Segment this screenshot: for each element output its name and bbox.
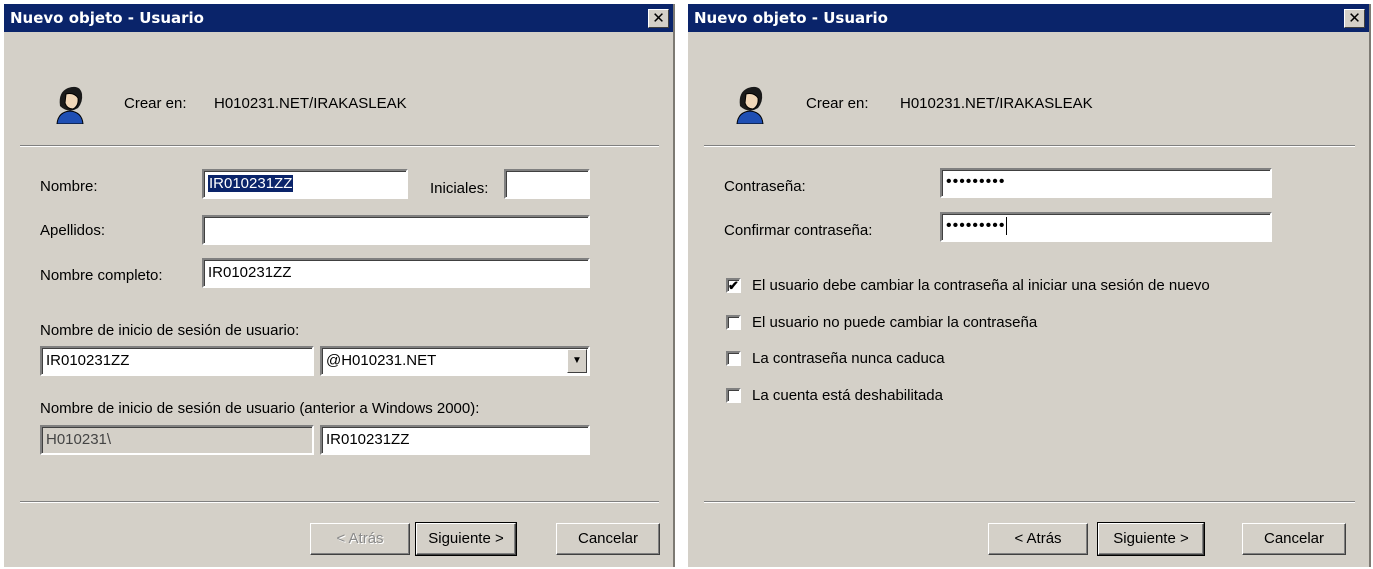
- separator: [20, 145, 659, 147]
- dropdown-button[interactable]: ▼: [567, 349, 587, 373]
- domain-suffix-value: @H010231.NET: [326, 352, 437, 369]
- must-change-password-label[interactable]: El usuario debe cambiar la contraseña al…: [752, 277, 1210, 294]
- iniciales-label: Iniciales:: [430, 180, 489, 197]
- check-icon: ✔: [728, 278, 739, 293]
- iniciales-input[interactable]: [504, 169, 590, 199]
- create-in-label: Crear en:: [124, 95, 187, 112]
- nombre-value: IR010231ZZ: [208, 175, 294, 192]
- account-disabled-checkbox[interactable]: [726, 388, 741, 403]
- create-in-path: H010231.NET/IRAKASLEAK: [214, 95, 407, 112]
- logon-name-label: Nombre de inicio de sesión de usuario:: [40, 322, 300, 339]
- user-icon: [56, 86, 84, 124]
- confirm-password-label: Confirmar contraseña:: [724, 222, 873, 239]
- dialog-titlebar[interactable]: Nuevo objeto - Usuario ✕: [688, 4, 1369, 32]
- text-caret: [1006, 216, 1008, 235]
- prewin-user-input[interactable]: IR010231ZZ: [320, 425, 590, 455]
- must-change-password-checkbox[interactable]: ✔: [726, 278, 741, 293]
- separator: [704, 145, 1355, 147]
- dialog-titlebar[interactable]: Nuevo objeto - Usuario ✕: [4, 4, 673, 32]
- chevron-down-icon: ▼: [572, 355, 582, 366]
- password-never-expires-checkbox[interactable]: [726, 351, 741, 366]
- cancel-button[interactable]: Cancelar: [1242, 523, 1346, 555]
- create-in-label: Crear en:: [806, 95, 869, 112]
- cannot-change-password-label[interactable]: El usuario no puede cambiar la contraseñ…: [752, 314, 1037, 331]
- back-button[interactable]: < Atrás: [988, 523, 1088, 555]
- next-button[interactable]: Siguiente >: [1097, 522, 1205, 556]
- prewin-logon-label: Nombre de inicio de sesión de usuario (a…: [40, 400, 480, 417]
- close-button[interactable]: ✕: [1344, 9, 1365, 28]
- cannot-change-password-checkbox[interactable]: [726, 315, 741, 330]
- cancel-button[interactable]: Cancelar: [556, 523, 660, 555]
- close-icon: ✕: [1348, 9, 1361, 27]
- apellidos-input[interactable]: [202, 215, 590, 245]
- password-input[interactable]: •••••••••: [940, 168, 1272, 198]
- user-icon: [736, 86, 764, 124]
- close-button[interactable]: ✕: [648, 9, 669, 28]
- separator: [704, 501, 1355, 503]
- back-button[interactable]: < Atrás: [310, 523, 410, 555]
- domain-suffix-select[interactable]: @H010231.NET ▼: [320, 346, 590, 376]
- nombre-label: Nombre:: [40, 178, 98, 195]
- account-disabled-label[interactable]: La cuenta está deshabilitada: [752, 387, 943, 404]
- prewin-domain-field: H010231\: [40, 425, 314, 455]
- nombre-input[interactable]: IR010231ZZ: [202, 169, 408, 199]
- create-in-path: H010231.NET/IRAKASLEAK: [900, 95, 1093, 112]
- next-button[interactable]: Siguiente >: [415, 522, 517, 556]
- apellidos-label: Apellidos:: [40, 222, 106, 239]
- dialog-title: Nuevo objeto - Usuario: [694, 9, 888, 27]
- confirm-password-value: •••••••••: [946, 217, 1006, 234]
- logon-name-input[interactable]: IR010231ZZ: [40, 346, 314, 376]
- password-never-expires-label[interactable]: La contraseña nunca caduca: [752, 350, 945, 367]
- new-user-dialog-step2: Nuevo objeto - Usuario ✕ Crear en: H0102…: [688, 4, 1371, 567]
- close-icon: ✕: [652, 9, 665, 27]
- new-user-dialog-step1: Nuevo objeto - Usuario ✕ Crear en: H0102…: [4, 4, 675, 567]
- nombre-completo-label: Nombre completo:: [40, 267, 163, 284]
- password-label: Contraseña:: [724, 178, 806, 195]
- confirm-password-input[interactable]: •••••••••: [940, 212, 1272, 242]
- dialog-title: Nuevo objeto - Usuario: [10, 9, 204, 27]
- separator: [20, 501, 659, 503]
- nombre-completo-input[interactable]: IR010231ZZ: [202, 258, 590, 288]
